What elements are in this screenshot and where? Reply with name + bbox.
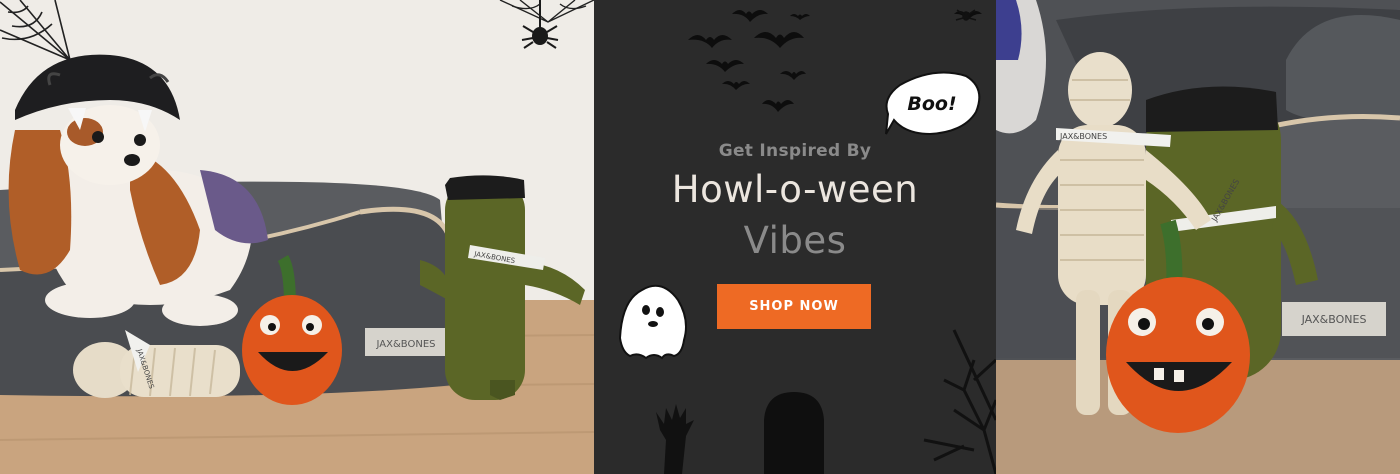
hero-banner: JAX&BONES JAX&BONES JAX&BONES Boo! Get I… xyxy=(0,0,1400,474)
tombstone-icon xyxy=(764,392,824,474)
eyebrow-text: Get Inspired By xyxy=(718,141,872,161)
dead-tree-icon xyxy=(923,329,996,474)
headline-line-2: Vibes xyxy=(743,219,847,262)
bed-brand-tag: JAX&BONES xyxy=(376,339,436,350)
right-product-photo: JAX&BONES JAX&BONES JAX&BONES xyxy=(996,0,1400,474)
shop-now-button[interactable]: SHOP NOW xyxy=(717,284,871,329)
bat-icon xyxy=(790,14,810,20)
zombie-hand-icon xyxy=(656,404,694,474)
bat-icon xyxy=(706,60,744,72)
bat-icon xyxy=(780,71,806,80)
boo-speech-bubble-icon: Boo! xyxy=(885,71,981,136)
boo-text: Boo! xyxy=(907,93,956,115)
bat-icon xyxy=(754,32,804,48)
bat-icon xyxy=(722,81,750,90)
bed-brand-tag: JAX&BONES xyxy=(1301,313,1367,326)
bat-icon xyxy=(732,10,768,22)
bat-icon xyxy=(762,100,794,112)
ghost-icon xyxy=(618,284,687,360)
ribbon-brand-tag: JAX&BONES xyxy=(1059,132,1107,141)
left-product-photo: JAX&BONES JAX&BONES JAX&BONES xyxy=(0,0,594,474)
promo-panel: Boo! Get Inspired By Howl-o-ween Vibes S… xyxy=(594,0,996,474)
bat-icon xyxy=(688,35,732,48)
headline-line-1: Howl-o-ween xyxy=(671,168,919,211)
